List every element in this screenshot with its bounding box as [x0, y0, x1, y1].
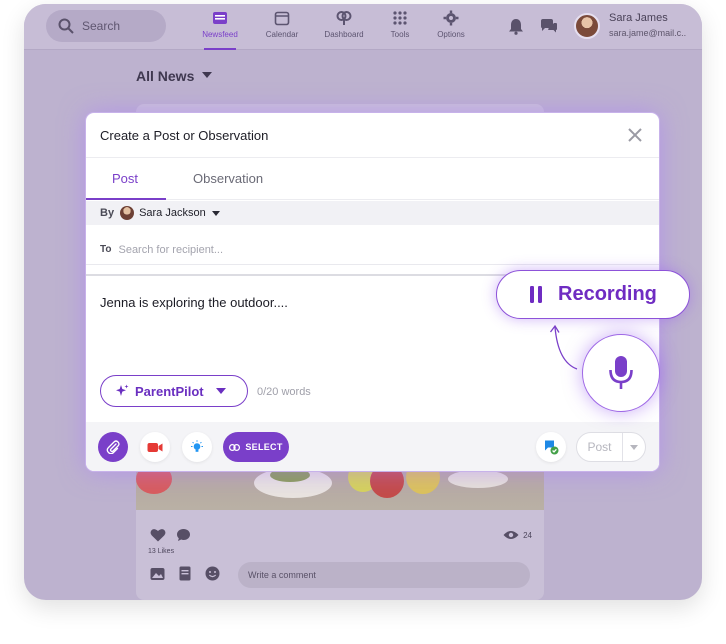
select-button[interactable]: SELECT [223, 432, 289, 462]
link-icon [229, 443, 241, 451]
nav-dashboard[interactable]: Dashboard [314, 10, 374, 39]
flag-check-icon [545, 440, 559, 455]
post-body-textarea[interactable]: Jenna is exploring the outdoor.... [100, 295, 288, 310]
sparkle-icon [116, 384, 129, 396]
chevron-down-icon[interactable] [211, 210, 220, 216]
nav-label: Dashboard [324, 30, 364, 39]
user-email: sara.jame@mail.c.. [609, 28, 687, 38]
tab-observation[interactable]: Observation [193, 171, 263, 186]
user-name: Sara James [609, 12, 668, 24]
gear-icon [443, 10, 459, 26]
post-label: Post [577, 433, 623, 461]
video-camera-icon [147, 442, 163, 452]
parentpilot-label: ParentPilot [135, 383, 204, 399]
views-value: 24 [523, 530, 532, 540]
likes-count: 13 Likes [148, 548, 175, 555]
word-count: 0/20 words [257, 386, 311, 398]
nav-options[interactable]: Options [421, 10, 481, 39]
post-button[interactable]: Post [576, 432, 646, 462]
top-navigation-bar: Search Newsfeed Calendar Dashboard Tools… [24, 4, 702, 50]
attach-button[interactable] [98, 432, 128, 462]
calendar-icon [274, 11, 290, 26]
approval-flag-button[interactable] [536, 432, 566, 462]
newsfeed-icon [213, 12, 227, 24]
nav-newsfeed[interactable]: Newsfeed [190, 10, 250, 50]
feed-filter-title[interactable]: All News [136, 68, 194, 84]
bell-icon[interactable] [508, 18, 524, 35]
chevron-down-icon [630, 444, 638, 450]
emoji-icon[interactable] [205, 566, 220, 581]
nav-label: Newsfeed [202, 30, 238, 39]
microphone-button[interactable] [582, 334, 660, 412]
chat-icon[interactable] [540, 18, 558, 34]
active-tab-indicator [86, 198, 166, 200]
chevron-down-icon [215, 388, 226, 394]
grid-icon [393, 11, 407, 25]
post-reactions [150, 528, 191, 542]
video-button[interactable] [140, 432, 170, 462]
modal-title: Create a Post or Observation [100, 128, 269, 143]
image-icon[interactable] [150, 567, 165, 581]
close-icon[interactable] [627, 127, 643, 143]
nav-label: Options [437, 30, 465, 39]
recipient-row: To [86, 235, 659, 265]
lightbulb-icon [191, 440, 203, 452]
pause-icon [530, 286, 542, 303]
author-selector[interactable]: By Sara Jackson [86, 201, 659, 225]
to-label: To [100, 244, 112, 255]
modal-header: Create a Post or Observation [86, 113, 659, 158]
arrow-pointer-icon [549, 324, 578, 370]
nav-label: Calendar [265, 30, 299, 39]
microphone-icon [609, 356, 633, 389]
parentpilot-button[interactable]: ParentPilot [100, 375, 248, 407]
post-options-dropdown[interactable] [623, 444, 645, 450]
eye-icon [503, 531, 519, 539]
author-name: Sara Jackson [139, 207, 206, 219]
comment-bubble-icon[interactable] [176, 528, 191, 542]
idea-button[interactable] [182, 432, 212, 462]
paperclip-icon [106, 440, 120, 454]
search-placeholder: Search [82, 19, 121, 33]
heart-icon[interactable] [150, 528, 166, 542]
chevron-down-icon[interactable] [202, 72, 212, 78]
nav-calendar[interactable]: Calendar [252, 10, 312, 39]
comment-actions [150, 566, 220, 581]
post-type-tabs: Post Observation [86, 158, 659, 200]
modal-footer-toolbar: SELECT Post [86, 422, 659, 471]
recording-indicator[interactable]: Recording [496, 270, 690, 319]
tab-post[interactable]: Post [112, 171, 138, 186]
by-label: By [100, 207, 115, 219]
views-count: 24 [503, 530, 532, 540]
search-box[interactable]: Search [46, 10, 166, 42]
dashboard-icon [336, 11, 352, 25]
select-label: SELECT [245, 442, 283, 452]
document-icon[interactable] [179, 566, 191, 581]
comment-input[interactable]: Write a comment [238, 562, 530, 588]
recording-label: Recording [558, 283, 657, 305]
author-avatar [120, 206, 135, 220]
recipient-search-input[interactable] [118, 243, 379, 256]
avatar[interactable] [574, 13, 600, 39]
search-icon [58, 18, 74, 34]
